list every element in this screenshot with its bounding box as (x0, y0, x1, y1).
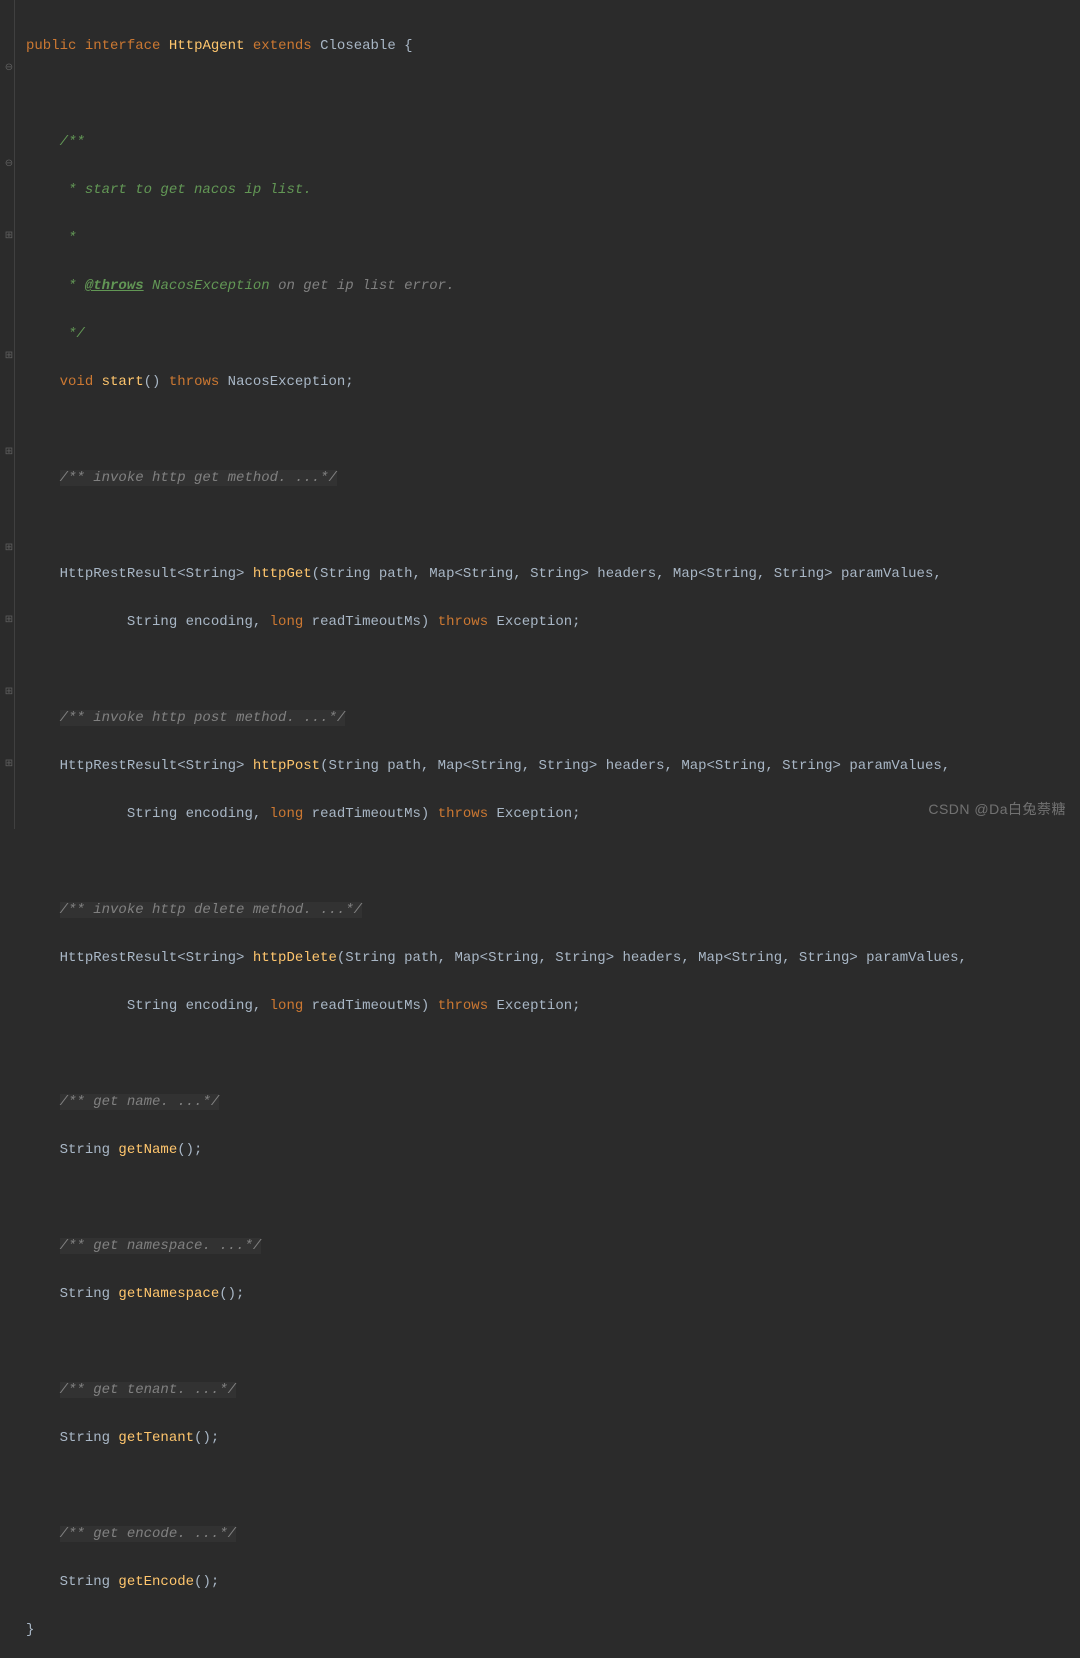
javadoc-text: on get ip list error. (270, 278, 455, 294)
keyword-throws: throws (169, 374, 219, 390)
method-getname: getName (118, 1142, 177, 1158)
keyword-public: public (26, 38, 76, 54)
keyword-void: void (60, 374, 94, 390)
parens: () (144, 374, 161, 390)
code-area[interactable]: public interface HttpAgent extends Close… (18, 0, 1080, 829)
brace-open: { (396, 38, 413, 54)
method-sig: readTimeoutMs) (303, 998, 437, 1014)
javadoc-open: /** (60, 134, 85, 150)
fold-icon[interactable]: ⊞ (4, 352, 14, 362)
javadoc-line: * (60, 230, 77, 246)
folded-javadoc[interactable]: /** get namespace. ...*/ (60, 1238, 262, 1254)
javadoc-line: * start to get nacos ip list. (60, 182, 312, 198)
method-start: start (102, 374, 144, 390)
watermark: CSDN @Da白兔萘糖 (928, 797, 1066, 821)
fold-icon[interactable]: ⊞ (4, 616, 14, 626)
method-gettenant: getTenant (118, 1430, 194, 1446)
javadoc-line: * (60, 278, 85, 294)
throws-clause: NacosException; (219, 374, 353, 390)
parens-semi: (); (194, 1574, 219, 1590)
fold-icon[interactable]: ⊞ (4, 760, 14, 770)
keyword-throws: throws (438, 806, 488, 822)
return-type: HttpRestResult<String> (60, 758, 253, 774)
editor-gutter: ⊖ ⊖ ⊞ ⊞ ⊞ ⊞ ⊞ ⊞ ⊞ (0, 0, 18, 829)
method-sig: readTimeoutMs) (303, 614, 437, 630)
method-sig: (String path, Map<String, String> header… (320, 758, 950, 774)
folded-javadoc[interactable]: /** invoke http post method. ...*/ (60, 710, 346, 726)
javadoc-close: */ (60, 326, 85, 342)
fold-icon[interactable]: ⊞ (4, 448, 14, 458)
method-sig: (String path, Map<String, String> header… (337, 950, 967, 966)
parens-semi: (); (219, 1286, 244, 1302)
keyword-long: long (270, 998, 304, 1014)
folded-javadoc[interactable]: /** get name. ...*/ (60, 1094, 220, 1110)
folded-javadoc[interactable]: /** get tenant. ...*/ (60, 1382, 236, 1398)
method-sig: readTimeoutMs) (303, 806, 437, 822)
method-httpget: httpGet (253, 566, 312, 582)
method-getnamespace: getNamespace (118, 1286, 219, 1302)
keyword-throws: throws (438, 614, 488, 630)
javadoc-text: NacosException (144, 278, 270, 294)
keyword-interface: interface (85, 38, 161, 54)
folded-javadoc[interactable]: /** get encode. ...*/ (60, 1526, 236, 1542)
return-type: String (60, 1142, 119, 1158)
keyword-throws: throws (438, 998, 488, 1014)
method-sig: String encoding, (60, 806, 270, 822)
return-type: String (60, 1430, 119, 1446)
type-name: HttpAgent (169, 38, 245, 54)
brace-close: } (26, 1622, 34, 1638)
fold-icon[interactable]: ⊞ (4, 544, 14, 554)
fold-icon[interactable]: ⊞ (4, 688, 14, 698)
method-getencode: getEncode (118, 1574, 194, 1590)
keyword-extends: extends (253, 38, 312, 54)
folded-javadoc[interactable]: /** invoke http delete method. ...*/ (60, 902, 362, 918)
method-sig: (String path, Map<String, String> header… (312, 566, 942, 582)
return-type: HttpRestResult<String> (60, 566, 253, 582)
method-sig: Exception; (488, 806, 580, 822)
method-httppost: httpPost (253, 758, 320, 774)
parens-semi: (); (194, 1430, 219, 1446)
method-httpdelete: httpDelete (253, 950, 337, 966)
method-sig: String encoding, (60, 614, 270, 630)
fold-icon[interactable]: ⊞ (4, 232, 14, 242)
keyword-long: long (270, 806, 304, 822)
javadoc-tag: @throws (85, 278, 144, 294)
folded-javadoc[interactable]: /** invoke http get method. ...*/ (60, 470, 337, 486)
fold-icon[interactable]: ⊖ (4, 160, 14, 170)
method-sig: Exception; (488, 614, 580, 630)
keyword-long: long (270, 614, 304, 630)
return-type: HttpRestResult<String> (60, 950, 253, 966)
method-sig: String encoding, (60, 998, 270, 1014)
supertype: Closeable (320, 38, 396, 54)
code-editor: ⊖ ⊖ ⊞ ⊞ ⊞ ⊞ ⊞ ⊞ ⊞ public interface HttpA… (0, 0, 1080, 829)
return-type: String (60, 1286, 119, 1302)
fold-icon[interactable]: ⊖ (4, 64, 14, 74)
parens-semi: (); (177, 1142, 202, 1158)
return-type: String (60, 1574, 119, 1590)
method-sig: Exception; (488, 998, 580, 1014)
